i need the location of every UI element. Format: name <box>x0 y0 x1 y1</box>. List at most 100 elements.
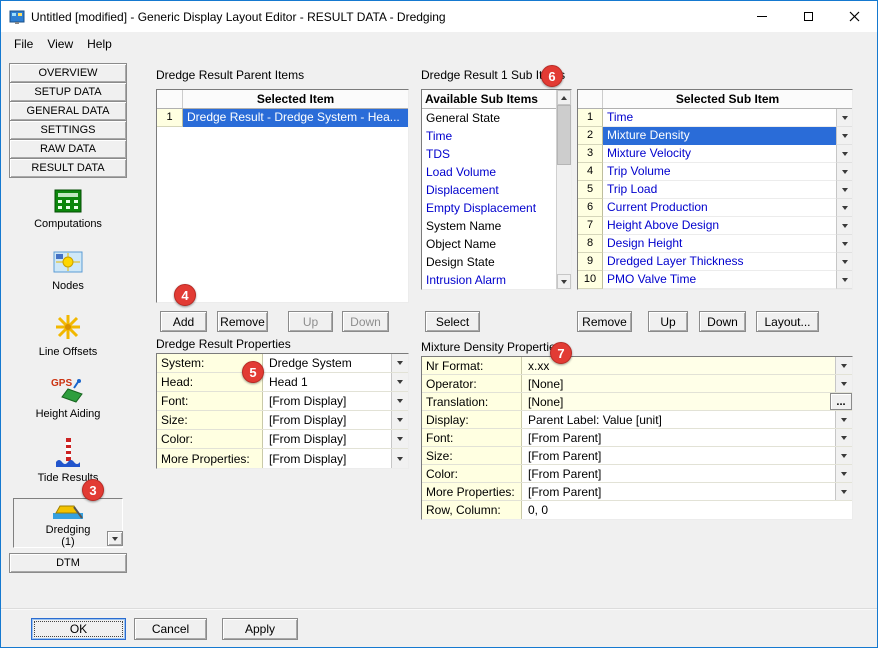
property-value[interactable]: Head 1 <box>263 373 391 391</box>
dropdown-arrow-icon[interactable] <box>836 253 852 271</box>
property-value[interactable]: [From Display] <box>263 449 391 468</box>
table-row[interactable]: 3Mixture Velocity <box>578 145 852 163</box>
dropdown-arrow-icon[interactable] <box>836 199 852 217</box>
cancel-button[interactable]: Cancel <box>134 618 207 640</box>
apply-button[interactable]: Apply <box>222 618 298 640</box>
property-row: Color:[From Parent] <box>422 465 852 483</box>
dropdown-arrow-icon[interactable] <box>391 392 408 410</box>
dropdown-arrow-icon[interactable] <box>835 375 852 392</box>
dropdown-arrow-icon[interactable] <box>836 271 852 289</box>
dropdown-arrow-icon[interactable] <box>835 357 852 374</box>
sidebar-item-raw-data[interactable]: RAW DATA <box>9 139 127 159</box>
property-value[interactable]: [None] <box>522 393 830 410</box>
scroll-track[interactable] <box>557 105 571 274</box>
table-row[interactable]: 6Current Production <box>578 199 852 217</box>
table-row[interactable]: 4Trip Volume <box>578 163 852 181</box>
dropdown-arrow-icon[interactable] <box>836 109 852 127</box>
up-sub-item-button[interactable]: Up <box>648 311 688 332</box>
close-button[interactable] <box>831 1 877 32</box>
dropdown-arrow-icon[interactable] <box>835 447 852 464</box>
property-value[interactable]: [From Parent] <box>522 429 835 446</box>
dropdown-arrow-icon[interactable] <box>836 127 852 145</box>
sidebar-tool-dtm[interactable]: DTM <box>9 553 127 573</box>
available-sub-item[interactable]: System Name <box>422 217 556 235</box>
available-sub-item[interactable]: Intrusion Alarm <box>422 271 556 289</box>
table-row[interactable]: 2Mixture Density <box>578 127 852 145</box>
dropdown-arrow-icon[interactable] <box>835 483 852 500</box>
dropdown-arrow-icon[interactable] <box>836 145 852 163</box>
table-row[interactable]: 10PMO Valve Time <box>578 271 852 289</box>
sidebar-item-settings[interactable]: SETTINGS <box>9 120 127 140</box>
ok-button[interactable]: OK <box>31 618 126 640</box>
ellipsis-button[interactable]: ... <box>830 393 852 410</box>
sidebar-item-overview[interactable]: OVERVIEW <box>9 63 127 83</box>
menu-help[interactable]: Help <box>80 34 119 54</box>
available-sub-item[interactable]: TDS <box>422 145 556 163</box>
property-value[interactable]: [From Parent] <box>522 447 835 464</box>
dropdown-arrow-icon[interactable] <box>836 217 852 235</box>
sidebar-tool-tide-results[interactable]: Tide Results <box>9 437 127 484</box>
property-value[interactable]: Parent Label: Value [unit] <box>522 411 835 428</box>
available-scrollbar[interactable] <box>556 90 571 289</box>
dropdown-arrow-icon[interactable] <box>835 411 852 428</box>
remove-button[interactable]: Remove <box>217 311 268 332</box>
dropdown-arrow-icon[interactable] <box>836 181 852 199</box>
scroll-down-button[interactable] <box>557 274 571 289</box>
dropdown-arrow-icon[interactable] <box>835 465 852 482</box>
table-row[interactable]: 9Dredged Layer Thickness <box>578 253 852 271</box>
sidebar-tool-nodes[interactable]: Nodes <box>9 249 127 292</box>
down-sub-item-button[interactable]: Down <box>699 311 746 332</box>
property-value[interactable]: [From Display] <box>263 392 391 410</box>
property-value[interactable]: [From Display] <box>263 430 391 448</box>
dropdown-arrow-icon[interactable] <box>391 430 408 448</box>
scroll-thumb[interactable] <box>557 105 571 165</box>
select-button[interactable]: Select <box>425 311 480 332</box>
table-row[interactable]: 8Design Height <box>578 235 852 253</box>
table-row[interactable]: 5Trip Load <box>578 181 852 199</box>
available-sub-item[interactable]: General State <box>422 109 556 127</box>
dropdown-arrow-icon[interactable] <box>391 449 408 468</box>
dropdown-arrow-icon[interactable] <box>836 235 852 253</box>
parent-items-body: 1Dredge Result - Dredge System - Hea... <box>157 109 408 127</box>
sidebar-tool-computations[interactable]: Computations <box>9 189 127 230</box>
property-value[interactable]: [From Display] <box>263 411 391 429</box>
property-value[interactable]: 0, 0 <box>522 501 852 519</box>
sidebar-item-result-data[interactable]: RESULT DATA <box>9 158 127 178</box>
property-value[interactable]: [None] <box>522 375 835 392</box>
table-row[interactable]: 7Height Above Design <box>578 217 852 235</box>
menu-view[interactable]: View <box>40 34 80 54</box>
table-row[interactable]: 1Dredge Result - Dredge System - Hea... <box>157 109 408 127</box>
up-button[interactable]: Up <box>288 311 333 332</box>
sidebar-tool-height-aiding[interactable]: GPS Height Aiding <box>9 375 127 420</box>
add-button[interactable]: Add <box>160 311 207 332</box>
tool-label: Dredging <box>14 524 122 536</box>
tool-scroll-down-button[interactable] <box>107 531 123 546</box>
remove-sub-item-button[interactable]: Remove <box>577 311 632 332</box>
dropdown-arrow-icon[interactable] <box>391 373 408 391</box>
minimize-button[interactable] <box>739 1 785 32</box>
layout-button[interactable]: Layout... <box>756 311 819 332</box>
arrow-triangle <box>841 436 847 440</box>
scroll-up-button[interactable] <box>557 90 571 105</box>
available-sub-item[interactable]: Displacement <box>422 181 556 199</box>
property-value[interactable]: [From Parent] <box>522 465 835 482</box>
maximize-button[interactable] <box>785 1 831 32</box>
menu-file[interactable]: File <box>7 34 40 54</box>
sidebar-tool-line-offsets[interactable]: Line Offsets <box>9 313 127 358</box>
dropdown-arrow-icon[interactable] <box>835 429 852 446</box>
available-sub-item[interactable]: Design State <box>422 253 556 271</box>
table-row[interactable]: 1Time <box>578 109 852 127</box>
sidebar-item-setup-data[interactable]: SETUP DATA <box>9 82 127 102</box>
available-sub-item[interactable]: Load Volume <box>422 163 556 181</box>
sidebar-item-general-data[interactable]: GENERAL DATA <box>9 101 127 121</box>
dropdown-arrow-icon[interactable] <box>391 354 408 372</box>
property-value[interactable]: Dredge System <box>263 354 391 372</box>
property-value[interactable]: [From Parent] <box>522 483 835 500</box>
property-row: Operator:[None] <box>422 375 852 393</box>
available-sub-item[interactable]: Empty Displacement <box>422 199 556 217</box>
dropdown-arrow-icon[interactable] <box>391 411 408 429</box>
available-sub-item[interactable]: Time <box>422 127 556 145</box>
down-button[interactable]: Down <box>342 311 389 332</box>
available-sub-item[interactable]: Object Name <box>422 235 556 253</box>
dropdown-arrow-icon[interactable] <box>836 163 852 181</box>
